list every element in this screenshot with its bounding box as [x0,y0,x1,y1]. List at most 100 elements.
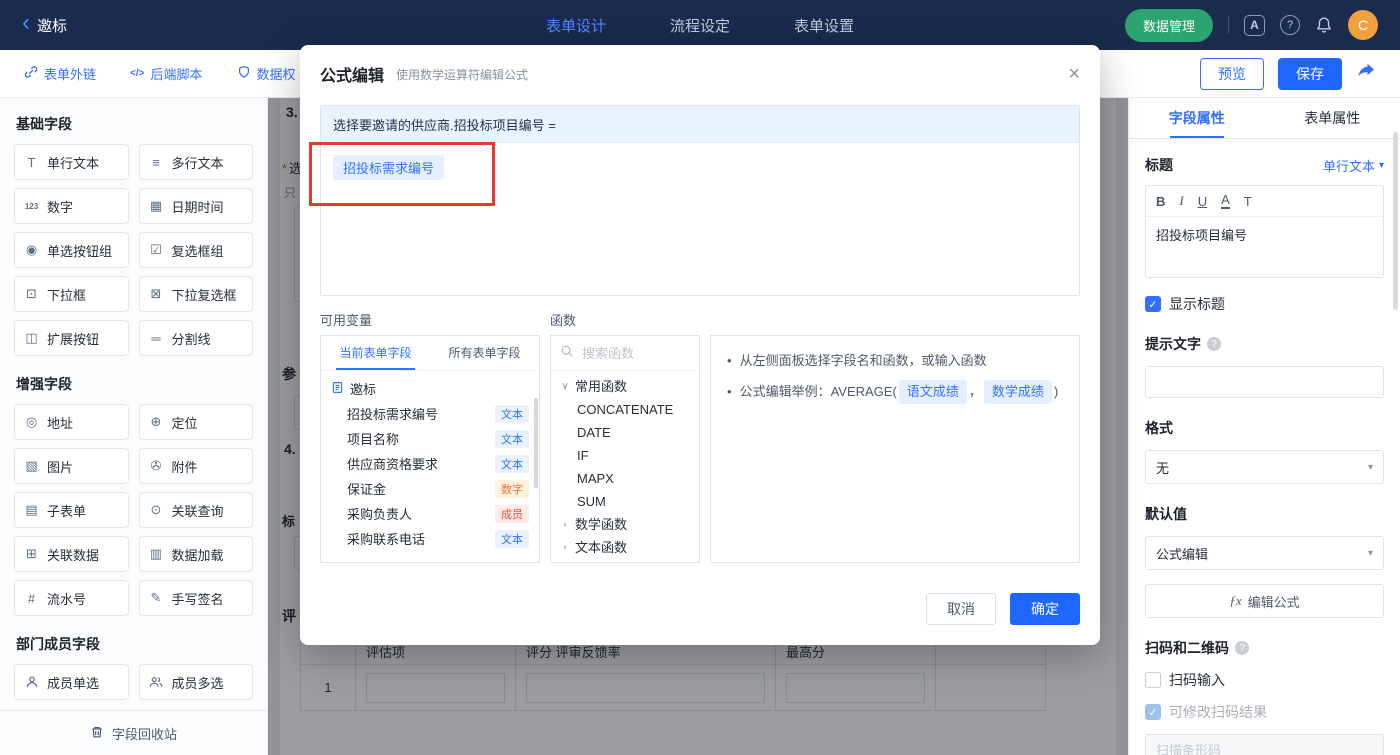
tab-flow-settings[interactable]: 流程设定 [670,15,730,36]
formula-field-chip[interactable]: 招投标需求编号 [333,155,445,180]
function-item[interactable]: MAPX [551,467,699,490]
scan-input-checkbox[interactable] [1145,672,1161,688]
link-icon [24,65,38,82]
field-item-attachment[interactable]: ✇ 附件 [138,448,253,484]
variable-item[interactable]: 供应商资格要求 文本 [321,451,539,476]
italic-icon[interactable]: I [1179,193,1183,209]
tab-all-form-fields[interactable]: 所有表单字段 [430,336,539,370]
function-search-input[interactable] [580,344,690,362]
modal-title: 公式编辑 [320,68,385,85]
underline-icon[interactable]: U [1198,194,1207,209]
fx-icon: ƒx [1229,593,1242,608]
hint-text-input[interactable] [1145,366,1384,398]
function-group[interactable]: › 文本函数 [551,536,699,559]
title-value-input[interactable]: 招投标项目编号 [1146,217,1383,277]
font-color-icon[interactable]: A [1221,192,1230,210]
font-size-icon[interactable]: T [1244,194,1252,209]
form-node[interactable]: 邀标 [321,376,539,401]
question-mark-icon[interactable]: ? [1207,337,1221,351]
divider-icon: ═ [151,330,161,346]
field-item-linked-query[interactable]: ⊙ 关联查询 [138,492,253,528]
field-recycle-bin[interactable]: 字段回收站 [0,710,267,755]
format-select[interactable]: 无 ▾ [1145,450,1384,484]
field-item-label: 关联查询 [171,503,224,519]
field-item-datetime[interactable]: ▦ 日期时间 [138,188,253,224]
field-item-linked-data[interactable]: ⊞ 关联数据 [14,536,129,572]
share-icon[interactable] [1356,61,1376,86]
variables-tabs: 当前表单字段 所有表单字段 [321,336,539,371]
preview-button[interactable]: 预览 [1200,57,1264,90]
variable-item[interactable]: 招投标需求编号 文本 [321,401,539,426]
function-item[interactable]: CONCATENATE [551,398,699,421]
field-item-label: 日期时间 [171,199,224,215]
close-icon[interactable]: × [1068,64,1080,84]
variables-scrollbar[interactable] [534,398,538,488]
topbar: ‹ 邀标 表单设计 流程设定 表单设置 数据管理 A ? C [0,0,1400,50]
tab-field-properties[interactable]: 字段属性 [1129,98,1265,138]
field-item-member-multi[interactable]: 成员多选 [138,664,253,700]
field-item-serial-number[interactable]: # 流水号 [14,580,129,616]
formula-target-label: 选择要邀请的供应商.招投标项目编号 = [321,106,1079,143]
user-avatar[interactable]: C [1348,10,1378,40]
function-item[interactable]: DATE [551,421,699,444]
field-item-dropdown[interactable]: ⊡ 下拉框 [14,276,129,312]
confirm-button[interactable]: 确定 [1010,593,1080,625]
field-item-checkbox-group[interactable]: ☑ 复选框组 [138,232,253,268]
field-item-extend-button[interactable]: ◫ 扩展按钮 [14,320,129,356]
backend-script-button[interactable]: </> 后端脚本 [130,64,202,83]
variable-item[interactable]: 采购负责人 成员 [321,501,539,526]
functions-label: 函数 [550,313,577,328]
field-item-label: 子表单 [47,503,87,519]
field-item-multi-line-text[interactable]: ≡ 多行文本 [138,144,253,180]
tab-current-form-fields[interactable]: 当前表单字段 [321,336,430,370]
tab-form-design[interactable]: 表单设计 [546,15,606,36]
tab-form-settings[interactable]: 表单设置 [794,15,854,36]
form-external-link-button[interactable]: 表单外链 [24,64,96,83]
field-item-divider[interactable]: ═ 分割线 [138,320,253,356]
save-button[interactable]: 保存 [1278,57,1342,90]
formula-help-panel: • 从左侧面板选择字段名和函数，或输入函数 • 公式编辑举例：AVERAGE(语文成… [710,335,1080,563]
variable-item[interactable]: 项目名称 文本 [321,426,539,451]
translate-icon[interactable]: A [1244,14,1265,36]
field-item-member-single[interactable]: 成员单选 [14,664,129,700]
panel-scrollbar[interactable] [1393,132,1398,310]
variable-name: 招投标需求编号 [347,407,439,422]
function-group[interactable]: › 数学函数 [551,513,699,536]
field-item-location[interactable]: ⊕ 定位 [138,404,253,440]
edit-formula-button[interactable]: ƒx 编辑公式 [1145,584,1384,618]
field-item-multi-dropdown[interactable]: ⊠ 下拉复选框 [138,276,253,312]
back-group[interactable]: ‹ 邀标 [22,11,262,36]
function-search[interactable] [551,336,699,371]
cancel-button[interactable]: 取消 [926,593,996,625]
field-item-image[interactable]: ▧ 图片 [14,448,129,484]
field-item-single-line-text[interactable]: T 单行文本 [14,144,129,180]
variable-item[interactable]: 采购联系电话 文本 [321,526,539,551]
field-item-number[interactable]: 123 数字 [14,188,129,224]
variables-label: 可用变量 [320,313,373,328]
title-editor: B I U A T 招投标项目编号 [1145,185,1384,278]
show-title-checkbox[interactable]: ✓ [1145,296,1161,312]
properties-body: 标题 单行文本 ▾ B I U A T 招投标项目编号 ✓ 显示标题 提示文字 … [1129,155,1400,755]
field-item-signature[interactable]: ✎ 手写签名 [138,580,253,616]
data-manage-button[interactable]: 数据管理 [1124,8,1213,42]
field-item-radio-group[interactable]: ◉ 单选按钮组 [14,232,129,268]
variable-item[interactable]: 保证金 数字 [321,476,539,501]
help-icon[interactable]: ? [1280,15,1300,35]
field-item-address[interactable]: ◎ 地址 [14,404,129,440]
field-type-dropdown[interactable]: 单行文本 ▾ [1323,156,1384,175]
question-mark-icon[interactable]: ? [1235,641,1249,655]
default-value-select[interactable]: 公式编辑 ▾ [1145,536,1384,570]
formula-input-area[interactable]: 招投标需求编号 [321,143,1079,295]
field-item-subform[interactable]: ▤ 子表单 [14,492,129,528]
formula-edit-modal: 公式编辑 使用数学运算符编辑公式 × 选择要邀请的供应商.招投标项目编号 = 招… [300,45,1100,645]
tab-form-properties[interactable]: 表单属性 [1265,98,1400,138]
function-item[interactable]: IF [551,444,699,467]
data-permission-button[interactable]: 数据权 [237,64,296,83]
notification-bell-icon[interactable] [1315,16,1333,34]
function-group[interactable]: ∨ 常用函数 [551,375,699,398]
subform-icon: ▤ [25,502,38,517]
field-item-data-load[interactable]: ▥ 数据加载 [138,536,253,572]
bold-icon[interactable]: B [1156,194,1165,209]
function-item[interactable]: SUM [551,490,699,513]
field-item-label: 关联数据 [47,547,100,563]
